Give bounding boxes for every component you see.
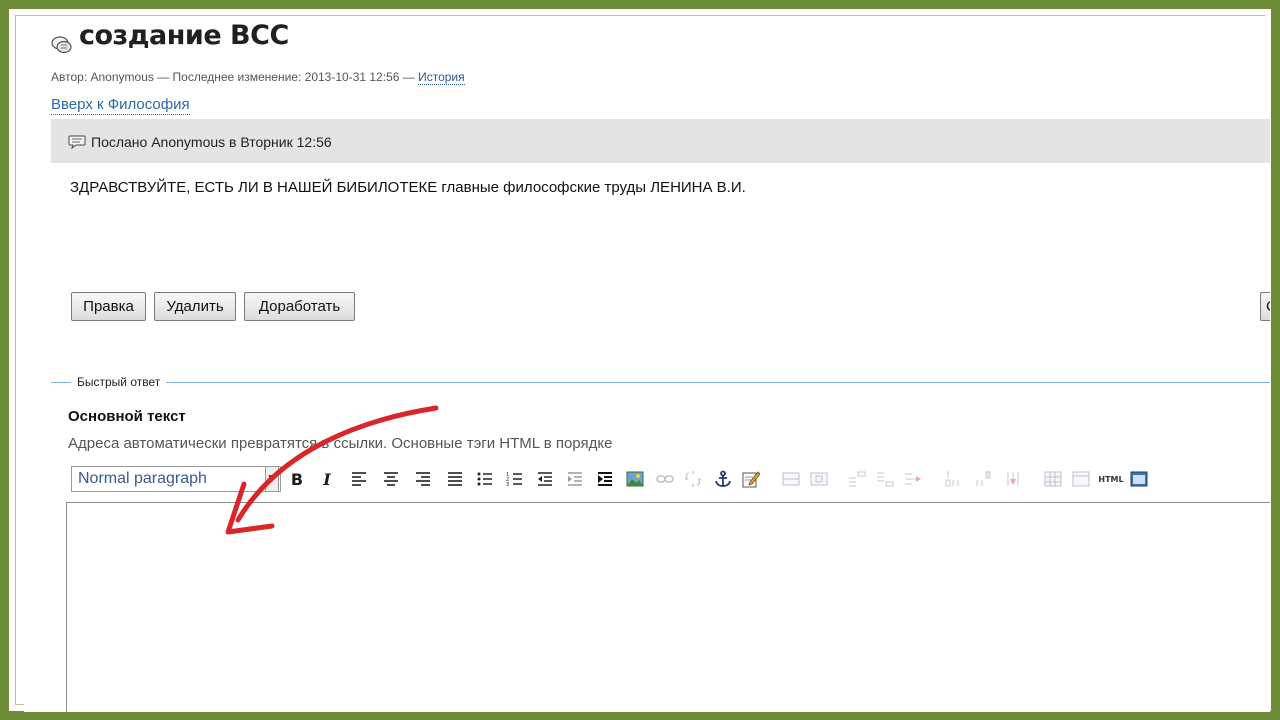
quick-reply-divider <box>51 382 1270 383</box>
history-link[interactable]: История <box>418 70 465 85</box>
unlink-icon[interactable] <box>683 469 703 489</box>
table-row-icon[interactable] <box>781 469 801 489</box>
svg-text:3: 3 <box>506 482 509 488</box>
paragraph-format-value: Normal paragraph <box>78 470 207 487</box>
html-source-icon[interactable]: HTML <box>1098 469 1123 489</box>
post-author-line: Послано Anonymous в Вторник 12:56 <box>91 134 332 150</box>
insert-column-after-icon[interactable] <box>973 469 993 489</box>
align-justify-icon[interactable] <box>445 469 465 489</box>
bold-icon[interactable]: B <box>287 469 307 489</box>
editor-toolbar: Normal paragraph ▼ B I 123 HTML <box>71 466 1261 494</box>
indent-icon[interactable] <box>565 469 585 489</box>
italic-icon[interactable]: I <box>317 469 337 489</box>
split-cells-icon[interactable] <box>1071 469 1091 489</box>
anchor-icon[interactable] <box>713 469 733 489</box>
delete-button[interactable]: Удалить <box>154 292 236 321</box>
delete-column-icon[interactable] <box>1003 469 1023 489</box>
delete-row-icon[interactable] <box>903 469 923 489</box>
meta-author-date: Автор: Anonymous — Последнее изменение: … <box>51 70 415 84</box>
paragraph-format-select[interactable]: Normal paragraph <box>71 466 281 492</box>
align-left-icon[interactable] <box>349 469 369 489</box>
improve-button[interactable]: Доработать <box>244 292 355 321</box>
forum-topic-icon <box>51 36 72 54</box>
partial-button[interactable]: C <box>1260 292 1270 321</box>
chevron-down-icon[interactable]: ▼ <box>265 466 279 492</box>
outdent-icon[interactable] <box>535 469 555 489</box>
breadcrumb-up-link[interactable]: Вверх к Философия <box>51 96 190 115</box>
photo-frame: создание ВСС Автор: Anonymous — Последне… <box>0 0 1280 720</box>
post-meta: Автор: Anonymous — Последнее изменение: … <box>51 70 465 85</box>
insert-row-after-icon[interactable] <box>875 469 895 489</box>
quick-reply-legend: Быстрый ответ <box>71 375 167 389</box>
blockquote-icon[interactable] <box>595 469 615 489</box>
title-row: создание ВСС <box>51 20 289 58</box>
insert-image-icon[interactable] <box>625 469 645 489</box>
align-center-icon[interactable] <box>381 469 401 489</box>
body-field-label: Основной текст <box>68 408 186 425</box>
post-header-content: Послано Anonymous в Вторник 12:56 <box>68 134 332 150</box>
body-field-hint: Адреса автоматически превратятся в ссылк… <box>68 435 613 452</box>
align-right-icon[interactable] <box>413 469 433 489</box>
edit-button[interactable]: Правка <box>71 292 146 321</box>
post-header: Послано Anonymous в Вторник 12:56 <box>51 119 1270 163</box>
link-icon[interactable] <box>655 469 675 489</box>
insert-column-before-icon[interactable] <box>943 469 963 489</box>
numbered-list-icon[interactable]: 123 <box>505 469 525 489</box>
comment-bubble-icon <box>68 135 86 149</box>
page-content: создание ВСС Автор: Anonymous — Последне… <box>24 16 1270 712</box>
bullet-list-icon[interactable] <box>475 469 495 489</box>
fullscreen-icon[interactable] <box>1129 469 1149 489</box>
quick-reply-divider-left <box>51 382 65 383</box>
edit-document-icon[interactable] <box>741 469 761 489</box>
merge-cells-icon[interactable] <box>1043 469 1063 489</box>
insert-row-before-icon[interactable] <box>847 469 867 489</box>
body-editor-textarea[interactable] <box>66 502 1270 712</box>
page-title: создание ВСС <box>79 20 289 51</box>
table-cell-icon[interactable] <box>809 469 829 489</box>
post-body-text: ЗДРАВСТВУЙТЕ, ЕСТЬ ЛИ В НАШЕЙ БИБИЛОТЕКЕ… <box>70 179 746 196</box>
